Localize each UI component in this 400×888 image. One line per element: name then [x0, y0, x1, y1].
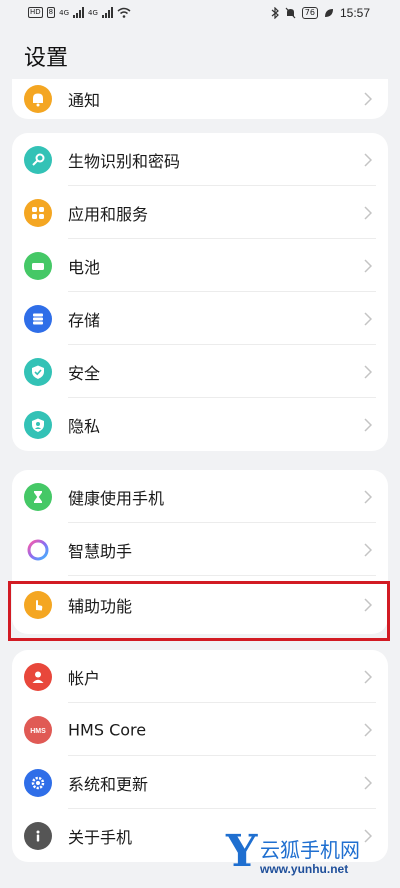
settings-item-label: 安全: [68, 363, 101, 383]
hourglass-icon: [24, 482, 52, 511]
chevron-right-icon: [364, 669, 372, 684]
settings-item-label: 系统和更新: [68, 774, 149, 794]
settings-item-battery[interactable]: 电池: [12, 239, 388, 292]
settings-group-notifications: 通知: [12, 79, 388, 119]
assistant-ring-icon: [24, 535, 52, 564]
signal-icon-2: [101, 7, 113, 18]
storage-icon: [24, 304, 52, 333]
battery-indicator: 76: [301, 7, 318, 19]
chevron-right-icon: [364, 258, 372, 273]
settings-item-account[interactable]: 帐户: [12, 650, 388, 703]
wifi-icon: [117, 7, 131, 18]
apps-icon: [24, 198, 52, 227]
chevron-right-icon: [364, 542, 372, 557]
settings-item-label: 应用和服务: [68, 204, 149, 224]
status-right: 76 15:57: [271, 6, 370, 20]
chevron-right-icon: [364, 311, 372, 326]
bluetooth-icon: [271, 7, 279, 19]
watermark-logo: Y 云狐手机网 www.yunhu.net: [226, 828, 396, 884]
network-type-1: 4G: [59, 8, 70, 17]
battery-icon: [24, 251, 52, 280]
watermark-letter: Y: [226, 826, 258, 877]
svg-text:HMS: HMS: [30, 728, 46, 735]
settings-item-hms-core[interactable]: HMS HMS Core: [12, 703, 388, 756]
status-bar: HD 8 4G 4G 76 15:57: [0, 0, 400, 28]
mute-bell-icon: [285, 7, 296, 19]
shield-check-icon: [24, 357, 52, 386]
chevron-right-icon: [364, 92, 372, 106]
highlight-annotation: [8, 581, 390, 641]
clock: 15:57: [339, 6, 370, 20]
watermark-url: www.yunhu.net: [260, 862, 349, 876]
chevron-right-icon: [364, 205, 372, 220]
settings-item-digital-balance[interactable]: 健康使用手机: [12, 470, 388, 523]
settings-item-security[interactable]: 安全: [12, 345, 388, 398]
settings-item-system-update[interactable]: 系统和更新: [12, 756, 388, 809]
settings-item-smart-assistant[interactable]: 智慧助手: [12, 523, 388, 576]
settings-item-label: 关于手机: [68, 827, 133, 847]
key-icon: [24, 145, 52, 174]
chevron-right-icon: [364, 152, 372, 167]
gear-icon: [24, 768, 52, 797]
status-left: HD 8 4G 4G: [28, 7, 131, 18]
settings-item-privacy[interactable]: 隐私: [12, 398, 388, 451]
watermark-name: 云狐手机网: [260, 838, 360, 862]
bell-icon: [24, 85, 52, 113]
settings-item-storage[interactable]: 存储: [12, 292, 388, 345]
page-title: 设置: [24, 46, 69, 71]
settings-item-biometrics[interactable]: 生物识别和密码: [12, 133, 388, 186]
settings-item-label: 生物识别和密码: [68, 151, 181, 171]
settings-item-notifications[interactable]: 通知: [12, 79, 388, 119]
settings-item-label: 帐户: [68, 668, 101, 688]
account-icon: [24, 662, 52, 691]
hd-chip: HD: [28, 7, 43, 18]
settings-item-apps-services[interactable]: 应用和服务: [12, 186, 388, 239]
chevron-right-icon: [364, 722, 372, 737]
signal-icon: [73, 7, 85, 18]
network-type-2: 4G: [88, 8, 98, 17]
settings-item-label: 智慧助手: [68, 541, 133, 561]
chevron-right-icon: [364, 489, 372, 504]
settings-group-system-security: 生物识别和密码 应用和服务 电池 存储 安全 隐私: [12, 133, 388, 451]
settings-item-label: 健康使用手机: [68, 488, 165, 508]
chevron-right-icon: [364, 364, 372, 379]
hms-icon: HMS: [24, 715, 52, 744]
settings-item-label: 通知: [68, 91, 101, 110]
volte-chip: 8: [46, 7, 56, 18]
chevron-right-icon: [364, 775, 372, 790]
settings-item-label: 隐私: [68, 416, 101, 436]
settings-item-label: 存储: [68, 310, 101, 330]
settings-item-label: HMS Core: [68, 720, 147, 739]
chevron-right-icon: [364, 417, 372, 432]
info-icon: [24, 821, 52, 850]
leaf-icon: [324, 9, 333, 17]
privacy-icon: [24, 410, 52, 439]
settings-item-label: 电池: [68, 257, 101, 277]
